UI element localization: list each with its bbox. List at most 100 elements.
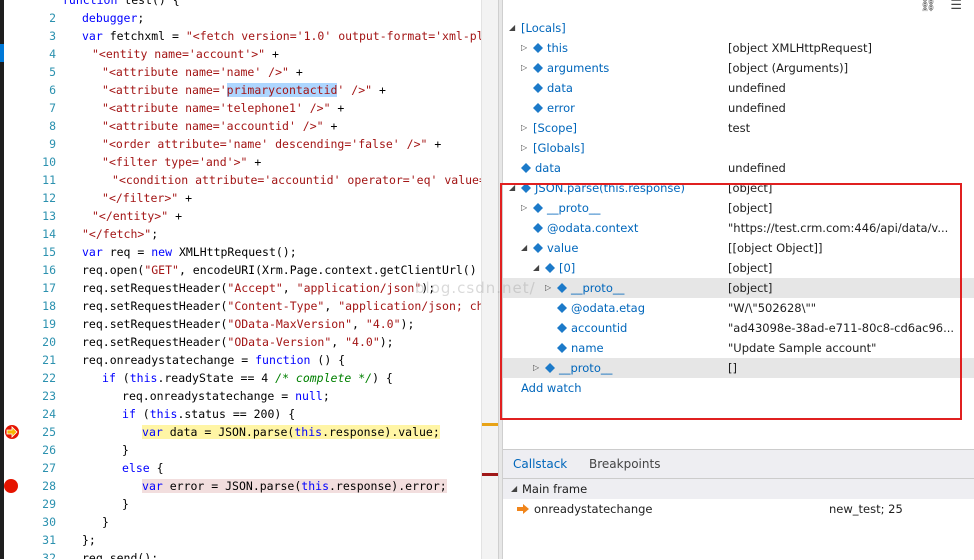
callstack-frame-row[interactable]: onreadystatechange new_test; 25 [503, 499, 974, 519]
locals-row[interactable]: ▷ __proto__ [object] [503, 278, 974, 298]
code-line[interactable]: 25 var data = JSON.parse(this.response).v… [0, 423, 481, 441]
line-number: 23 [42, 389, 56, 403]
locals-row[interactable]: @odata.etag "W/\"502628\"" [503, 298, 974, 318]
locals-row[interactable]: ▷ arguments [object (Arguments)] [503, 58, 974, 78]
code-token: "<order attribute='name' descending='fal… [102, 137, 428, 151]
code-line[interactable]: 30} [0, 513, 481, 531]
menu-icon[interactable]: ☰ [950, 0, 962, 13]
code-line[interactable]: 32 req.send(); [0, 549, 481, 559]
code-token: var [142, 479, 163, 493]
code-token: "<attribute name='accountid' />" [102, 119, 324, 133]
add-watch-row[interactable]: Add watch [503, 378, 974, 398]
code-line[interactable]: 2 debugger; [0, 9, 481, 27]
code-line[interactable]: 29} [0, 495, 481, 513]
variable-name: JSON.parse(this.response) [535, 181, 685, 195]
code-line[interactable]: 14 "</fetch>"; [0, 225, 481, 243]
breakpoint-icon[interactable] [4, 479, 18, 493]
code-line[interactable]: 28 var error = JSON.parse(this.response).… [0, 477, 481, 495]
locals-row[interactable]: ▷ __proto__ [object] [503, 198, 974, 218]
expand-arrow-icon[interactable]: ▷ [545, 278, 551, 298]
code-line[interactable]: 4 "<entity name='account'>" + [0, 45, 481, 63]
locals-row[interactable]: ◢ value [[object Object]] [503, 238, 974, 258]
code-line[interactable]: 20 req.setRequestHeader("OData-Version", … [0, 333, 481, 351]
code-line[interactable]: 21 req.onreadystatechange = function () { [0, 351, 481, 369]
statement: if (this.readyState == 4 /* complete */)… [102, 371, 393, 385]
code-line[interactable]: 12 "</filter>" + [0, 189, 481, 207]
code-token: "OData-Version" [227, 335, 332, 349]
code-line[interactable]: 15 var req = new XMLHttpRequest(); [0, 243, 481, 261]
tab-breakpoints[interactable]: Breakpoints [589, 457, 660, 471]
code-token: "<attribute name=' [102, 83, 227, 97]
locals-row[interactable]: error undefined [503, 98, 974, 118]
locals-row[interactable]: name "Update Sample account" [503, 338, 974, 358]
locals-row[interactable]: ◢ JSON.parse(this.response) [object] [503, 178, 974, 198]
code-line[interactable]: 6 "<attribute name='primarycontactid' />"… [0, 81, 481, 99]
code-token: "<attribute name='name' />" [102, 65, 289, 79]
expand-arrow-icon[interactable]: ▷ [533, 358, 539, 378]
code-token: "application/json" [296, 281, 422, 295]
line-number: 29 [42, 497, 56, 511]
code-line[interactable]: 18 req.setRequestHeader("Content-Type", "… [0, 297, 498, 315]
variable-name: @odata.etag [571, 301, 646, 315]
statement: else { [122, 461, 164, 475]
code-token: "</fetch>" [82, 227, 152, 241]
code-line[interactable]: function test() { [0, 0, 481, 9]
code-token: + [265, 47, 279, 61]
collapse-arrow-icon[interactable]: ◢ [521, 238, 527, 258]
code-line[interactable]: 27 else { [0, 459, 481, 477]
code-token: ) { [372, 371, 393, 385]
line-number: 7 [49, 101, 56, 115]
code-line[interactable]: 31}; [0, 531, 481, 549]
statement: "</filter>" + [102, 191, 192, 205]
link-icon[interactable]: ⛓ [920, 0, 937, 13]
main-frame-header[interactable]: ◢ Main frame [503, 479, 974, 499]
code-line[interactable]: 3 var fetchxml = "<fetch version='1.0' ou… [0, 27, 498, 45]
code-text: "<filter type='and'>" + [102, 153, 261, 171]
code-line[interactable]: 24 if (this.status == 200) { [0, 405, 481, 423]
code-line[interactable]: 17 req.setRequestHeader("Accept", "applic… [0, 279, 481, 297]
object-icon [533, 243, 543, 253]
code-text: var fetchxml = "<fetch version='1.0' out… [82, 27, 498, 45]
expand-arrow-icon[interactable]: ▷ [521, 118, 527, 138]
expand-arrow-icon[interactable]: ▷ [521, 38, 527, 58]
code-line[interactable]: 11 "<condition attribute='accountid' oper… [0, 171, 498, 189]
code-line[interactable]: 8 "<attribute name='accountid' />" + [0, 117, 481, 135]
locals-row[interactable]: ▷ [Globals] [503, 138, 974, 158]
variable-name: this [547, 41, 568, 55]
collapse-arrow-icon[interactable]: ◢ [533, 258, 539, 278]
code-line[interactable]: 13 "</entity>" + [0, 207, 481, 225]
code-line[interactable]: 22 if (this.readyState == 4 /* complete *… [0, 369, 481, 387]
expand-arrow-icon[interactable]: ▷ [521, 198, 527, 218]
locals-row[interactable]: data undefined [503, 78, 974, 98]
code-line[interactable]: 10 "<filter type='and'>" + [0, 153, 481, 171]
code-line[interactable]: 19 req.setRequestHeader("OData-MaxVersion… [0, 315, 481, 333]
code-line[interactable]: 7 "<attribute name='telephone1' />" + [0, 99, 481, 117]
locals-row[interactable]: ◢ [0] [object] [503, 258, 974, 278]
expand-arrow-icon[interactable]: ▷ [521, 138, 527, 158]
locals-row[interactable]: ▷ __proto__ [] [503, 358, 974, 378]
locals-row[interactable]: ◢ [Locals] [503, 18, 974, 38]
variable-name: data [535, 161, 561, 175]
collapse-arrow-icon[interactable]: ◢ [509, 178, 515, 198]
locals-row[interactable]: ▷ [Scope] test [503, 118, 974, 138]
current-statement-icon[interactable] [4, 424, 20, 440]
selected-text: primarycontactid [226, 83, 338, 97]
code-line[interactable]: 9 "<order attribute='name' descending='fa… [0, 135, 481, 153]
code-line[interactable]: 16 req.open("GET", encodeURI(Xrm.Page.con… [0, 261, 498, 279]
statement: } [122, 443, 129, 457]
locals-row[interactable]: data undefined [503, 158, 974, 178]
collapse-arrow-icon[interactable]: ◢ [509, 18, 515, 38]
variable-name: [Scope] [533, 121, 578, 135]
expand-arrow-icon[interactable]: ▷ [521, 58, 527, 78]
code-line[interactable]: 23 req.onreadystatechange = null; [0, 387, 481, 405]
code-line[interactable]: 5 "<attribute name='name' />" + [0, 63, 481, 81]
tab-callstack[interactable]: Callstack [513, 457, 567, 471]
line-number: 32 [42, 551, 56, 559]
code-token: req.onreadystatechange = [82, 353, 256, 367]
locals-row[interactable]: accountid "ad43098e-38ad-e711-80c8-cd6ac9… [503, 318, 974, 338]
locals-row[interactable]: ▷ this [object XMLHttpRequest] [503, 38, 974, 58]
code-text: "<attribute name='telephone1' />" + [102, 99, 344, 117]
code-line[interactable]: 26} [0, 441, 481, 459]
code-token: "OData-MaxVersion" [227, 317, 353, 331]
locals-row[interactable]: @odata.context "https://test.crm.com:446/… [503, 218, 974, 238]
